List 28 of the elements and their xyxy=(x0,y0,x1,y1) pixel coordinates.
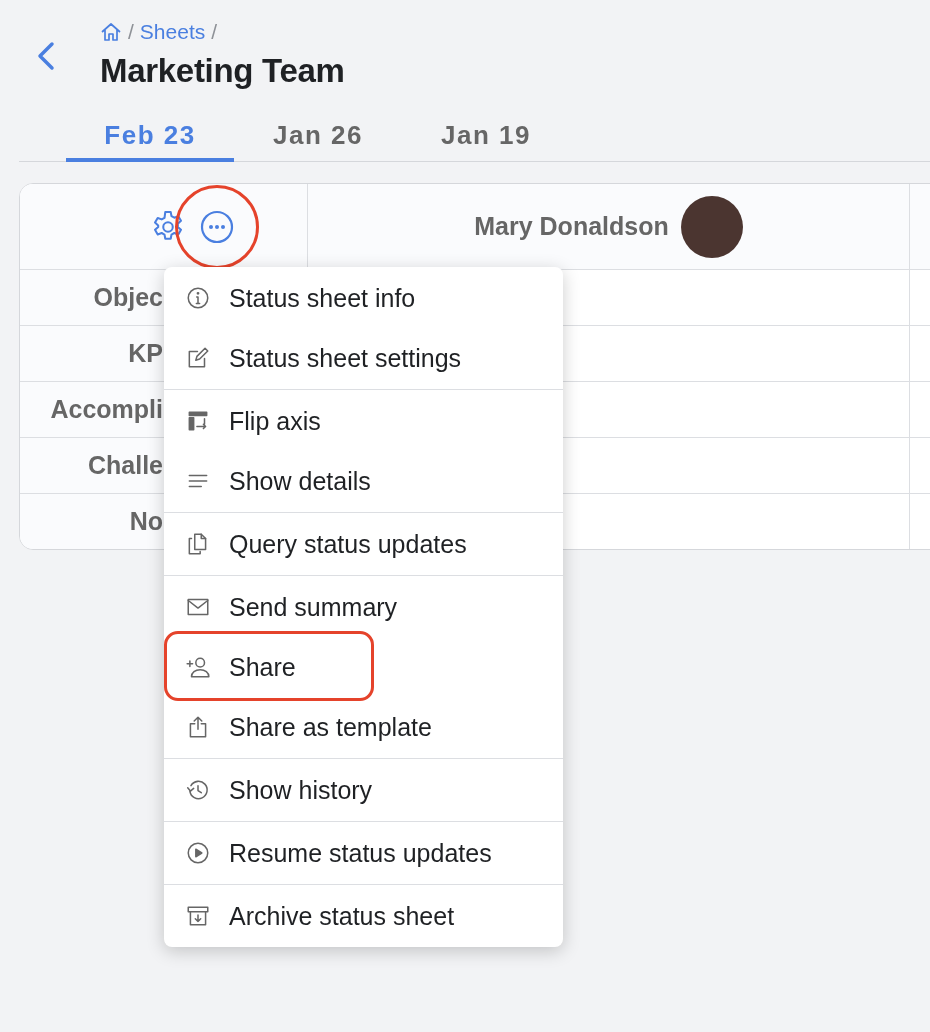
menu-item[interactable]: Share xyxy=(164,637,563,697)
menu-item[interactable]: Show history xyxy=(164,760,563,820)
menu-item[interactable]: Send summary xyxy=(164,577,563,637)
breadcrumb-link[interactable]: Sheets xyxy=(139,20,206,44)
breadcrumb-separator: / xyxy=(211,20,218,44)
row-label: Objec xyxy=(93,283,163,312)
more-options-button[interactable] xyxy=(200,209,234,244)
date-tab[interactable]: Jan 26 xyxy=(234,116,402,162)
row-label: No xyxy=(129,507,163,536)
date-tab[interactable]: Jan 19 xyxy=(402,116,570,162)
row-label: Accompli xyxy=(50,395,163,424)
row-label: KP xyxy=(128,339,163,368)
home-icon[interactable] xyxy=(100,22,122,42)
column-header: Mary Donaldson xyxy=(474,212,669,241)
row-label: Challe xyxy=(87,451,163,480)
menu-item[interactable]: Show details xyxy=(164,451,563,511)
menu-item[interactable]: Share as template xyxy=(164,697,563,757)
page-title: Marketing Team xyxy=(100,52,345,90)
info-icon xyxy=(185,285,211,311)
menu-item[interactable]: Status sheet info xyxy=(164,268,563,328)
menu-item[interactable]: Archive status sheet xyxy=(164,886,563,946)
menu-item[interactable]: Query status updates xyxy=(164,514,563,574)
menu-item[interactable]: Resume status updates xyxy=(164,823,563,883)
menu-item[interactable]: Flip axis xyxy=(164,391,563,451)
menu-item[interactable]: Status sheet settings xyxy=(164,328,563,388)
breadcrumb-separator: / xyxy=(128,20,134,44)
date-tab[interactable]: Feb 23 xyxy=(66,116,234,162)
play-icon xyxy=(185,840,211,866)
